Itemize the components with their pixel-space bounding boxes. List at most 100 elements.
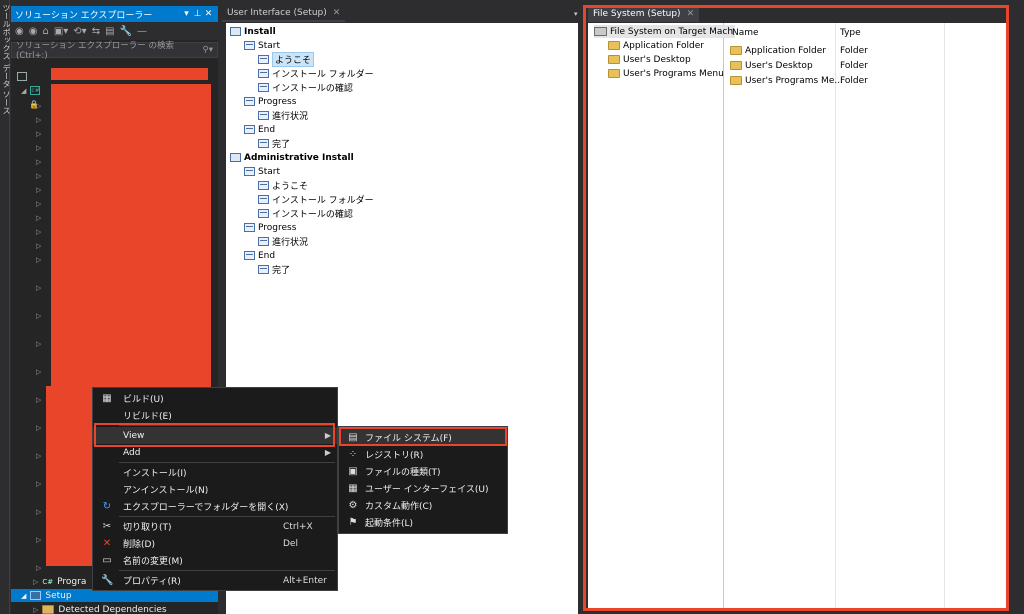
dialog-label: インストール フォルダー (272, 196, 374, 206)
expanded-arrow-icon[interactable]: ◢ (21, 592, 26, 600)
dialog-finished[interactable]: 完了 (258, 137, 290, 150)
admin-start-node[interactable]: Start (244, 165, 280, 178)
expand-arrow-icon[interactable]: ▷ (36, 312, 41, 320)
expand-arrow-icon[interactable]: ▷ (33, 578, 38, 586)
expand-arrow-icon[interactable]: ▷ (36, 144, 41, 152)
dialog-confirm-install[interactable]: インストールの確認 (258, 81, 353, 94)
user-interface-icon: ▦ (348, 483, 358, 494)
submenu-item-user-interface[interactable]: ▦ ユーザー インターフェイス(U) (339, 480, 507, 497)
dialog-icon (258, 195, 269, 204)
home-icon[interactable]: ⌂ (42, 26, 48, 37)
sync-icon[interactable]: ⇆ (92, 26, 100, 37)
menu-item-open-in-explorer[interactable]: ↻ エクスプローラーでフォルダーを開く(X) (93, 498, 337, 515)
expand-arrow-icon[interactable]: ▷ (36, 424, 41, 432)
program-node[interactable]: ▷ C# Progra (33, 575, 86, 588)
expand-arrow-icon[interactable]: ▷ (36, 242, 41, 250)
dropdown-icon[interactable]: ▾ (181, 9, 192, 19)
refresh-icon: ↻ (102, 501, 112, 512)
dialog-progress[interactable]: 進行状況 (258, 109, 308, 122)
redaction-block (46, 386, 92, 566)
redaction-block (51, 68, 208, 80)
expand-arrow-icon[interactable]: ▷ (36, 172, 41, 180)
dialog-welcome[interactable]: ようこそ (258, 52, 315, 67)
menu-item-shortcut: Alt+Enter (283, 575, 327, 586)
menu-item-delete[interactable]: ✕ 削除(D) Del (93, 535, 337, 552)
dialog-confirm-install[interactable]: インストールの確認 (258, 207, 353, 220)
expand-arrow-icon[interactable]: ▷ (33, 606, 38, 614)
expand-arrow-icon[interactable]: ▷ (36, 102, 41, 110)
solution-node[interactable] (17, 70, 27, 83)
expand-arrow-icon[interactable]: ▷ (36, 130, 41, 138)
tab-user-interface[interactable]: User Interface (Setup) ✕ (222, 6, 346, 22)
expand-arrow-icon[interactable]: ▷ (36, 214, 41, 222)
install-progress-node[interactable]: Progress (244, 95, 296, 108)
install-start-node[interactable]: Start (244, 39, 280, 52)
submenu-item-file-types[interactable]: ▣ ファイルの種類(T) (339, 463, 507, 480)
dialog-label: インストールの確認 (272, 210, 353, 220)
dialog-label: 進行状況 (272, 112, 309, 122)
dialog-install-folder[interactable]: インストール フォルダー (258, 67, 374, 80)
expand-arrow-icon[interactable]: ▷ (36, 564, 41, 572)
expand-arrow-icon[interactable]: ▷ (36, 536, 41, 544)
install-node[interactable]: Install (230, 25, 276, 38)
menu-item-rename[interactable]: ▭ 名前の変更(M) (93, 552, 337, 569)
search-icon[interactable]: ⚲▾ (203, 45, 214, 55)
pending-changes-icon[interactable]: ⟲▾ (73, 26, 86, 37)
pin-icon[interactable]: ⊥ (192, 9, 203, 19)
collapse-icon[interactable]: ▤ (105, 26, 114, 37)
admin-install-node[interactable]: Administrative Install (230, 151, 354, 164)
expand-arrow-icon[interactable]: ▷ (36, 200, 41, 208)
expand-arrow-icon[interactable]: ▷ (36, 368, 41, 376)
sequence-icon (244, 97, 255, 106)
solution-explorer-search[interactable]: ソリューション エクスプローラー の検索 (Ctrl+:) ⚲▾ (11, 39, 218, 61)
dialog-finished[interactable]: 完了 (258, 263, 290, 276)
menu-item-uninstall[interactable]: アンインストール(N) (93, 481, 337, 498)
submenu-item-launch-conditions[interactable]: ⚑ 起動条件(L) (339, 514, 507, 531)
search-input[interactable]: ソリューション エクスプローラー の検索 (Ctrl+:) (16, 39, 203, 61)
menu-divider (119, 570, 335, 571)
expand-arrow-icon[interactable]: ▷ (36, 480, 41, 488)
setup-project-icon (30, 591, 42, 600)
submenu-item-custom-actions[interactable]: ⚙ カスタム動作(C) (339, 497, 507, 514)
project-node[interactable]: ◢ c# (21, 84, 41, 97)
menu-item-build[interactable]: ▦ ビルド(U) (93, 390, 337, 407)
dialog-label: 進行状況 (272, 238, 309, 248)
expand-arrow-icon[interactable]: ▷ (36, 158, 41, 166)
dialog-welcome[interactable]: ようこそ (258, 179, 308, 192)
dialog-progress[interactable]: 進行状況 (258, 235, 308, 248)
csharp-project-icon: c# (30, 86, 41, 95)
admin-progress-node[interactable]: Progress (244, 221, 296, 234)
menu-item-properties[interactable]: 🔧 プロパティ(R) Alt+Enter (93, 572, 337, 589)
preview-icon[interactable]: — (137, 26, 147, 37)
back-icon[interactable]: ◉ (15, 26, 24, 37)
context-menu: ▦ ビルド(U) リビルド(E) View ▶ Add ▶ インストール(I) … (92, 387, 338, 591)
tab-dropdown-icon[interactable]: ▾ (574, 10, 578, 18)
expand-arrow-icon[interactable]: ▷ (36, 284, 41, 292)
properties-icon[interactable]: 🔧 (120, 26, 132, 37)
menu-item-shortcut: Del (283, 538, 298, 549)
expand-arrow-icon[interactable]: ▷ (36, 396, 41, 404)
menu-item-rebuild[interactable]: リビルド(E) (93, 407, 337, 424)
submenu-item-registry[interactable]: ⁘ レジストリ(R) (339, 446, 507, 463)
expand-arrow-icon[interactable]: ▷ (36, 340, 41, 348)
menu-item-install[interactable]: インストール(I) (93, 464, 337, 481)
expand-arrow-icon[interactable]: ▷ (36, 452, 41, 460)
menu-item-label: インストール(I) (123, 469, 187, 479)
expand-arrow-icon[interactable]: ▷ (36, 116, 41, 124)
expand-arrow-icon[interactable]: ▷ (36, 186, 41, 194)
switch-views-icon[interactable]: ▣▾ (54, 26, 68, 37)
dialog-install-folder[interactable]: インストール フォルダー (258, 193, 374, 206)
expand-arrow-icon[interactable]: ▷ (36, 228, 41, 236)
forward-icon[interactable]: ◉ (29, 26, 38, 37)
menu-item-cut[interactable]: ✂ 切り取り(T) Ctrl+X (93, 518, 337, 535)
expand-arrow-icon[interactable]: ▷ (36, 256, 41, 264)
close-icon[interactable]: ✕ (203, 9, 214, 19)
detected-dependencies-node[interactable]: ▷ Detected Dependencies (33, 603, 167, 614)
install-end-node[interactable]: End (244, 123, 275, 136)
expand-arrow-icon[interactable]: ◢ (21, 87, 26, 95)
sequence-icon (244, 251, 255, 260)
expand-arrow-icon[interactable]: ▷ (36, 508, 41, 516)
close-icon[interactable]: ✕ (333, 8, 341, 18)
admin-end-node[interactable]: End (244, 249, 275, 262)
submenu-arrow-icon: ▶ (324, 448, 331, 457)
